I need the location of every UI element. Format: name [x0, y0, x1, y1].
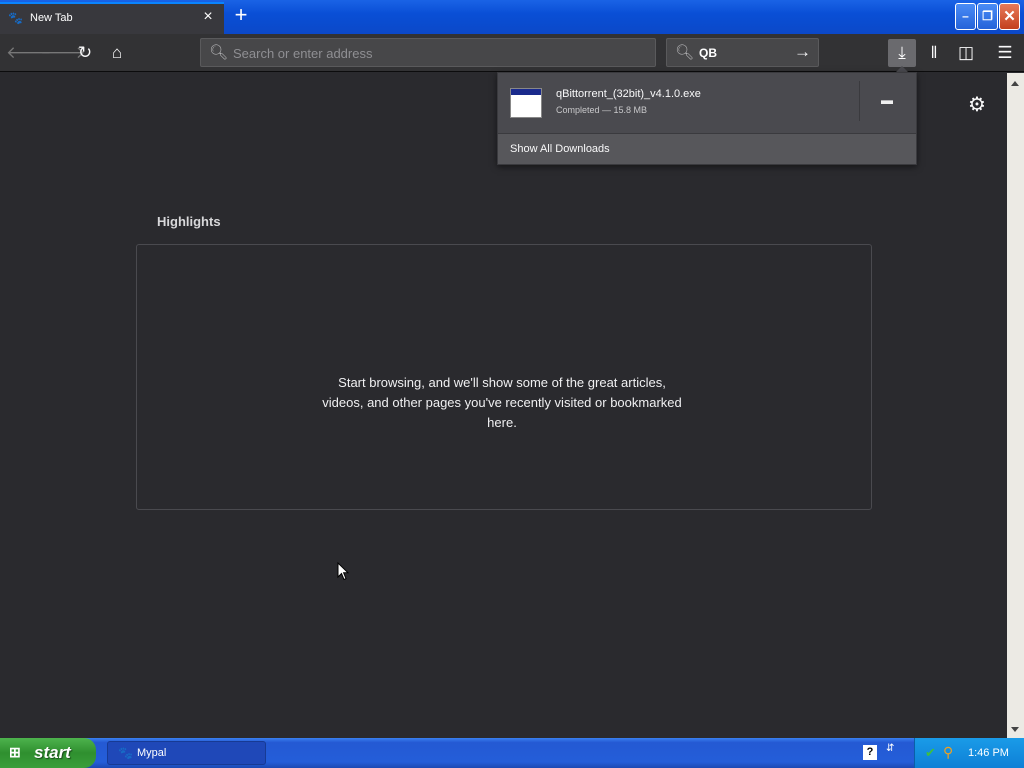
scroll-down-icon[interactable] — [1011, 727, 1019, 732]
hamburger-menu-icon[interactable]: ☰ — [992, 41, 1018, 65]
show-all-downloads-label: Show All Downloads — [510, 143, 610, 155]
exe-file-icon — [510, 88, 542, 118]
minimize-button[interactable]: – — [955, 3, 976, 30]
help-icon[interactable]: ? — [863, 745, 877, 760]
taskbar: ⊞ start 🐾 Mypal ? ⇵ ✔ ⚲ 1:46 PM — [0, 738, 1024, 768]
back-icon[interactable]: 🡐 — [6, 41, 52, 65]
downloads-panel: qBittorrent_(32bit)_v4.1.0.exe Completed… — [497, 72, 917, 165]
folder-icon[interactable]: ▬ — [878, 93, 896, 109]
download-icon[interactable]: ⤓ — [888, 39, 916, 67]
scroll-up-icon[interactable] — [1011, 81, 1019, 86]
mypal-favicon-icon: 🐾 — [8, 11, 23, 25]
divider — [859, 81, 860, 121]
taskbar-item-label: Mypal — [137, 747, 167, 759]
tab-new-tab[interactable]: 🐾 New Tab × — [0, 2, 224, 34]
address-bar[interactable]: 🔍︎ — [200, 38, 656, 67]
reload-icon[interactable]: ↻ — [72, 41, 98, 65]
tab-title: New Tab — [30, 12, 73, 24]
search-bar[interactable]: 🔍︎ → — [666, 38, 819, 67]
sidebar-icon[interactable]: ◫ — [953, 41, 979, 65]
restore-button[interactable]: ❐ — [977, 3, 998, 30]
arrow-right-icon[interactable]: → — [794, 42, 811, 62]
new-tab-button[interactable]: + — [230, 4, 252, 28]
mouse-cursor-icon — [337, 562, 349, 581]
library-icon[interactable]: 𝍪 — [921, 41, 947, 65]
download-status: Completed — 15.8 MB — [556, 105, 648, 115]
search-tray-icon[interactable]: ⚲ — [943, 744, 953, 761]
highlights-title: Highlights — [157, 214, 221, 229]
title-bar: 🐾 New Tab × + – ❐ ✕ — [0, 0, 1024, 34]
tray-expand-icon[interactable]: ⇵ — [886, 743, 894, 754]
forward-icon[interactable]: 🡒 — [40, 41, 86, 65]
windows-logo-icon: ⊞ — [9, 744, 21, 760]
mypal-app-icon: 🐾 — [118, 746, 133, 760]
scrollbar[interactable] — [1007, 73, 1024, 738]
network-tray-icon[interactable]: ✔ — [925, 745, 936, 761]
start-label: start — [34, 743, 71, 762]
navigation-toolbar: 🡐 🡒 ↻ ⌂ 🔍︎ 🔍︎ → ⤓ 𝍪 ◫ ☰ — [0, 34, 1024, 72]
system-tray: ✔ ⚲ 1:46 PM — [914, 738, 1024, 768]
start-button[interactable]: ⊞ start — [0, 738, 96, 768]
address-input[interactable] — [233, 44, 643, 62]
clock: 1:46 PM — [968, 747, 1009, 759]
highlights-empty-message: Start browsing, and we'll show some of t… — [322, 375, 682, 430]
show-all-downloads-button[interactable]: Show All Downloads — [498, 133, 916, 164]
home-icon[interactable]: ⌂ — [104, 41, 130, 65]
search-icon: 🔍︎ — [209, 44, 229, 61]
download-item[interactable]: qBittorrent_(32bit)_v4.1.0.exe Completed… — [498, 73, 916, 133]
gear-icon[interactable]: ⚙ — [965, 93, 989, 117]
tab-close-icon[interactable]: × — [199, 8, 217, 26]
close-window-button[interactable]: ✕ — [999, 3, 1020, 30]
download-filename: qBittorrent_(32bit)_v4.1.0.exe — [556, 88, 701, 100]
taskbar-item-mypal[interactable]: 🐾 Mypal — [107, 741, 266, 765]
search-icon: 🔍︎ — [675, 44, 695, 61]
search-input[interactable] — [699, 45, 779, 61]
